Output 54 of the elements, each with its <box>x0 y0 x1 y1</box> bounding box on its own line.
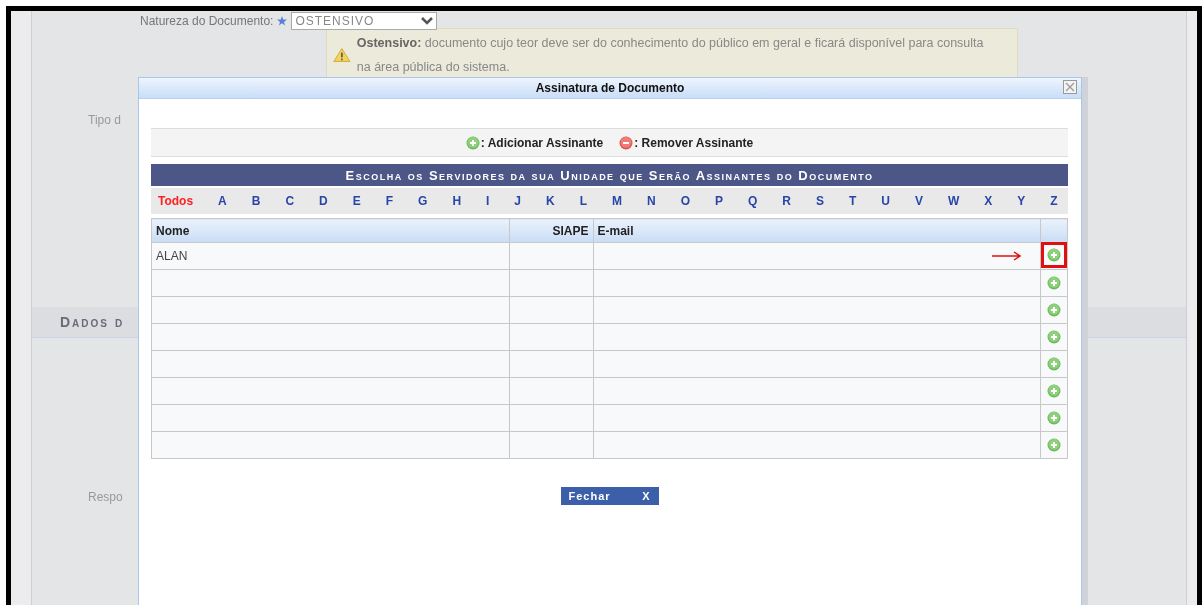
letter-link[interactable]: J <box>514 194 522 208</box>
letter-link[interactable]: H <box>452 194 462 208</box>
close-button[interactable]: Fechar X <box>560 487 659 505</box>
column-header: SIAPE <box>509 218 593 243</box>
letter-link[interactable]: K <box>546 194 555 208</box>
letter-link[interactable]: D <box>319 194 328 208</box>
letter-link[interactable]: C <box>285 194 295 208</box>
letter-link[interactable]: A <box>218 194 227 208</box>
letter-link[interactable]: N <box>647 194 656 208</box>
letter-link[interactable]: U <box>881 194 890 208</box>
legend-label: : Remover Assinante <box>634 135 754 150</box>
letter-link[interactable]: M <box>612 194 622 208</box>
close-icon[interactable] <box>1063 80 1077 94</box>
letter-link[interactable]: R <box>782 194 791 208</box>
letter-link[interactable]: P <box>715 194 723 208</box>
column-header: Nome <box>151 218 509 243</box>
chevron-icon <box>421 17 434 25</box>
document-type-select[interactable]: OSTENSIVO <box>291 12 438 30</box>
letter-link[interactable]: T <box>848 194 857 208</box>
letter-link[interactable]: S <box>815 194 824 208</box>
add-signer-button[interactable] <box>1047 384 1061 399</box>
notice-text: Ostensivo: documento cujo teor deve ser do conhecimento do público em geral e ficará disponível para consulta na área pública do sistema. <box>356 35 985 76</box>
letter-link[interactable]: I <box>486 194 490 208</box>
warning-icon <box>333 46 351 64</box>
section-heading: Escolha os Servidores da sua Unidade que Serão Assinantes do Documento <box>345 167 874 183</box>
field-label: Respo <box>88 490 123 504</box>
table-cell: ALAN <box>151 242 509 270</box>
add-signer-button[interactable] <box>1047 330 1061 345</box>
add-icon <box>465 135 480 150</box>
section-title: Dados d <box>60 314 125 330</box>
remove-icon <box>619 135 634 150</box>
letter-link[interactable]: B <box>251 194 261 208</box>
field-label: Natureza do Documento: <box>140 14 274 28</box>
dialog-title: Assinatura de Documento <box>535 81 685 95</box>
letter-link[interactable]: Q <box>748 194 758 208</box>
letter-link[interactable]: Y <box>1017 194 1026 208</box>
letter-link[interactable]: W <box>947 194 960 208</box>
field-label: Tipo d <box>88 113 121 127</box>
letter-link[interactable]: G <box>418 194 428 208</box>
letter-link[interactable]: F <box>385 194 394 208</box>
letter-link[interactable]: Z <box>1050 194 1058 208</box>
add-signer-button[interactable] <box>1047 357 1061 372</box>
letter-link[interactable]: L <box>579 194 588 208</box>
add-signer-button[interactable] <box>1047 303 1061 318</box>
letter-link[interactable]: O <box>680 194 690 208</box>
column-header: E-mail <box>593 218 1041 243</box>
letter-link[interactable]: E <box>352 194 361 208</box>
letter-link[interactable]: X <box>984 194 993 208</box>
add-signer-button[interactable] <box>1047 438 1061 453</box>
legend-label: : Adicionar Assinante <box>480 135 604 150</box>
letter-link[interactable]: V <box>914 194 923 208</box>
add-signer-button[interactable] <box>1047 411 1061 426</box>
add-signer-button[interactable] <box>1047 276 1061 291</box>
add-signer-button[interactable] <box>1047 247 1061 262</box>
